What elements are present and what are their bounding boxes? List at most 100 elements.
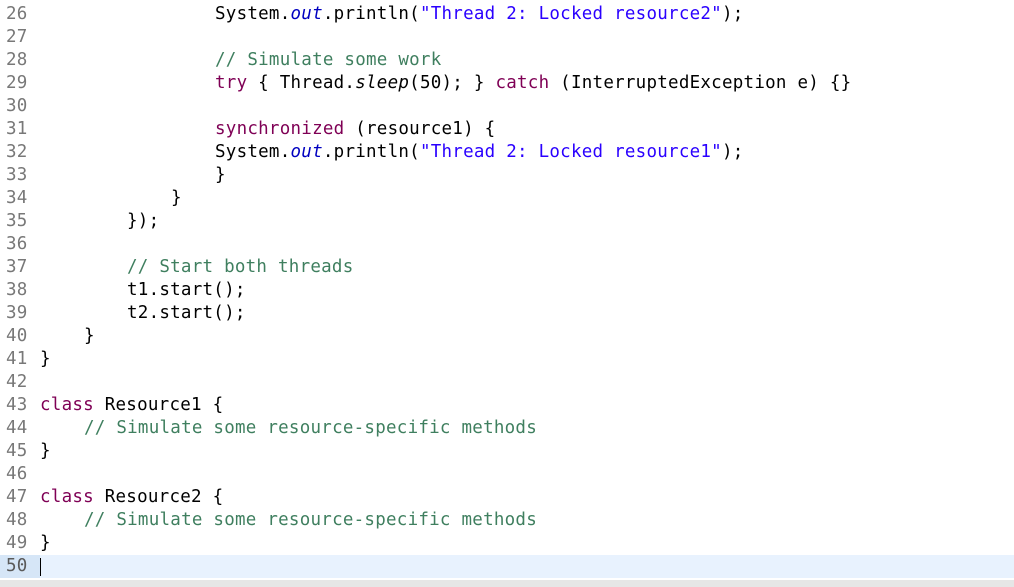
line-number: 42 [6, 372, 28, 392]
code-text[interactable]: // Start both threads [127, 256, 354, 279]
code-text[interactable]: } [84, 325, 95, 348]
code-token: .println( [322, 4, 420, 24]
code-line[interactable]: 47 class Resource2 { [0, 486, 1014, 509]
code-line[interactable]: 39 t2.start(); [0, 302, 1014, 325]
line-number: 47 [6, 487, 28, 507]
code-text[interactable]: System.out.println("Thread 2: Locked res… [215, 141, 744, 164]
code-line[interactable]: 36 [0, 233, 1014, 256]
line-number: 34 [6, 188, 28, 208]
code-token: } [215, 165, 226, 185]
code-line[interactable]: 33} [0, 164, 1014, 187]
code-token: (resource1) { [344, 119, 496, 139]
line-number: 46 [6, 464, 28, 484]
code-text[interactable]: synchronized (resource1) { [215, 118, 495, 141]
code-text[interactable]: // Simulate some work [215, 49, 442, 72]
comment-token: // Simulate some work [215, 50, 442, 70]
line-number: 43 [6, 395, 28, 415]
code-line[interactable]: 48 // Simulate some resource-specific met… [0, 509, 1014, 532]
code-token: } [40, 349, 51, 369]
code-token: (50); } [409, 73, 496, 93]
comment-token: // Simulate some resource-specific metho… [84, 418, 538, 438]
line-number: 29 [6, 73, 28, 93]
line-number: 26 [6, 4, 28, 24]
line-number: 31 [6, 119, 28, 139]
code-token: } [171, 188, 182, 208]
code-text[interactable]: // Simulate some resource-specific metho… [84, 417, 537, 440]
keyword-token: try [215, 73, 248, 93]
code-line[interactable]: 44 // Simulate some resource-specific met… [0, 417, 1014, 440]
line-number: 50 [0, 555, 40, 578]
code-text[interactable]: } [215, 164, 226, 187]
line-number: 45 [6, 441, 28, 461]
code-token: t2.start(); [127, 303, 246, 323]
code-text[interactable]: System.out.println("Thread 2: Locked res… [215, 3, 744, 26]
code-token: (InterruptedException e) {} [549, 73, 852, 93]
code-line[interactable]: 41} [0, 348, 1014, 371]
code-line[interactable]: 28 // Simulate some work [0, 49, 1014, 72]
string-token: "Thread 2: Locked resource2" [419, 4, 722, 24]
code-editor[interactable]: 26 System.out.println("Thread 2: Locked r… [0, 0, 1014, 587]
code-text[interactable]: t1.start(); [127, 279, 246, 302]
code-line[interactable]: 31 synchronized (resource1) { [0, 118, 1014, 141]
code-line[interactable]: 35}); [0, 210, 1014, 233]
comment-token: // Simulate some resource-specific metho… [84, 510, 538, 530]
code-token: Resource2 { [93, 487, 224, 507]
code-text[interactable]: } [40, 532, 51, 555]
code-line[interactable]: 30 [0, 95, 1014, 118]
line-number: 48 [6, 510, 28, 530]
code-line[interactable]: 50 [0, 555, 1014, 578]
code-token: sleep [355, 73, 410, 93]
keyword-token: class [40, 487, 94, 507]
code-text[interactable]: t2.start(); [127, 302, 246, 325]
code-line[interactable]: 37 // Start both threads [0, 256, 1014, 279]
code-token: out [290, 142, 323, 162]
code-text[interactable]: } [40, 440, 51, 463]
horizontal-scrollbar[interactable] [0, 580, 1014, 587]
line-number: 40 [6, 326, 28, 346]
code-line[interactable]: 40} [0, 325, 1014, 348]
code-token: System. [215, 4, 291, 24]
code-line[interactable]: 34} [0, 187, 1014, 210]
code-token: { Thread. [247, 73, 356, 93]
line-number: 39 [6, 303, 28, 323]
code-line[interactable]: 27 [0, 26, 1014, 49]
code-text[interactable]: // Simulate some resource-specific metho… [84, 509, 537, 532]
code-text[interactable]: class Resource2 { [40, 486, 223, 509]
line-number: 41 [6, 349, 28, 369]
code-token: out [290, 4, 323, 24]
code-line[interactable]: 49} [0, 532, 1014, 555]
code-token: System. [215, 142, 291, 162]
code-text[interactable]: }); [127, 210, 159, 233]
code-line[interactable]: 26 System.out.println("Thread 2: Locked r… [0, 3, 1014, 26]
line-number: 49 [6, 533, 28, 553]
code-text[interactable]: } [171, 187, 182, 210]
keyword-token: class [40, 395, 94, 415]
line-number: 37 [6, 257, 28, 277]
code-token: t1.start(); [127, 280, 246, 300]
code-text[interactable]: } [40, 348, 51, 371]
keyword-token: synchronized [215, 119, 345, 139]
code-line[interactable]: 29 try { Thread.sleep(50); } catch (Inter… [0, 72, 1014, 95]
line-number: 30 [6, 96, 28, 116]
text-caret [40, 558, 41, 576]
line-number: 32 [6, 142, 28, 162]
line-number: 35 [6, 211, 28, 231]
code-token: Resource1 { [93, 395, 224, 415]
code-line[interactable]: 46 [0, 463, 1014, 486]
code-token: } [40, 533, 51, 553]
line-number: 38 [6, 280, 28, 300]
line-number: 36 [6, 234, 28, 254]
string-token: "Thread 2: Locked resource1" [419, 142, 722, 162]
code-token: } [40, 441, 51, 461]
code-line[interactable]: 32 System.out.println("Thread 2: Locked r… [0, 141, 1014, 164]
code-line[interactable]: 43 class Resource1 { [0, 394, 1014, 417]
code-token: .println( [322, 142, 420, 162]
line-number: 27 [6, 27, 28, 47]
code-line[interactable]: 45} [0, 440, 1014, 463]
comment-token: // Start both threads [127, 257, 354, 277]
code-line[interactable]: 42 [0, 371, 1014, 394]
code-text[interactable]: try { Thread.sleep(50); } catch (Interru… [215, 72, 851, 95]
code-text[interactable]: class Resource1 { [40, 394, 223, 417]
code-line[interactable]: 38 t1.start(); [0, 279, 1014, 302]
code-token: }); [127, 211, 160, 231]
